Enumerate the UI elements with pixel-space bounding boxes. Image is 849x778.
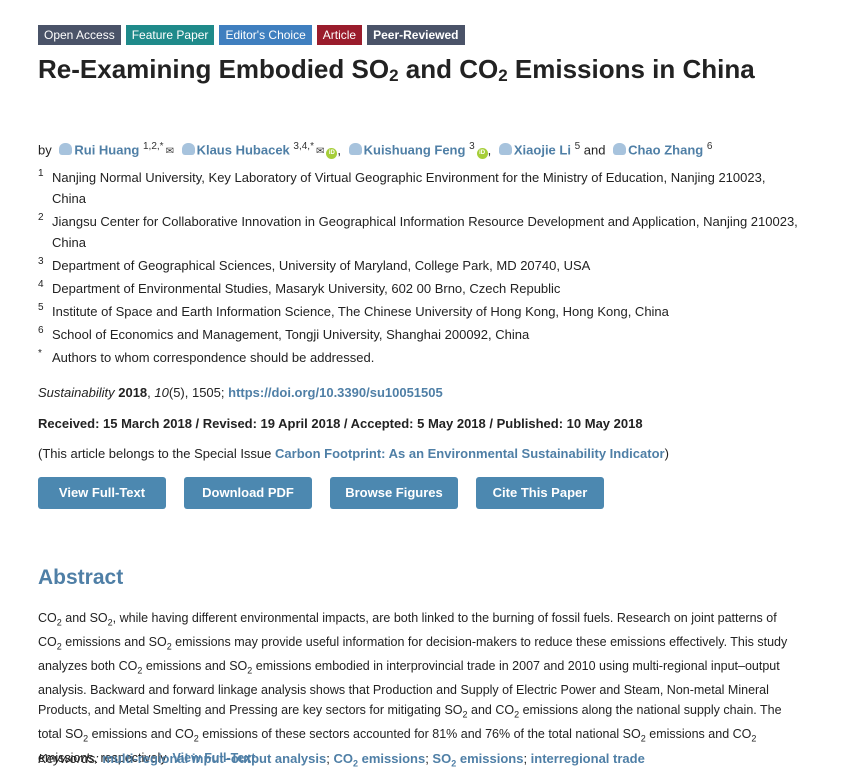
article-title: Re-Examining Embodied SO2 and CO2 Emissi… (38, 54, 755, 85)
keyword-link[interactable]: interregional trade (531, 751, 645, 766)
author-list: by Rui Huang 1,2,* ✉ Klaus Hubacek 3,4,* ✉… (38, 141, 713, 160)
affiliation-item: 6 School of Economics and Management, Ton… (38, 325, 530, 342)
citation-line: Sustainability 2018, 10(5), 1505; https:… (38, 385, 443, 400)
keywords-line: Keywords: multi-regional input–output an… (38, 751, 645, 769)
affiliation-item: 4 Department of Environmental Studies, Ma… (38, 279, 561, 296)
email-icon[interactable]: ✉ (316, 146, 324, 157)
author-profile-icon (181, 143, 195, 156)
abstract-heading: Abstract (38, 566, 124, 589)
download-pdf-button[interactable]: Download PDF (184, 477, 312, 509)
browse-figures-button[interactable]: Browse Figures (330, 477, 458, 509)
cite-this-paper-button[interactable]: Cite This Paper (476, 477, 604, 509)
affiliation-list: 1 Nanjing Normal University, Key Laborato… (38, 167, 798, 370)
author-link-kuishuang-feng[interactable]: Kuishuang Feng (364, 142, 466, 157)
email-icon[interactable]: ✉ (166, 146, 174, 157)
author-link-klaus-hubacek[interactable]: Klaus Hubacek (197, 142, 290, 157)
citation-volume: 10 (154, 385, 169, 400)
orcid-icon[interactable]: iD (476, 148, 488, 160)
author-link-chao-zhang[interactable]: Chao Zhang (628, 142, 703, 157)
author-profile-icon (498, 143, 512, 156)
article-page: Open Access Feature Paper Editor's Choic… (0, 0, 849, 778)
badge-row: Open Access Feature Paper Editor's Choic… (38, 25, 465, 45)
affiliation-item: 5 Institute of Space and Earth Informatio… (38, 302, 669, 319)
special-issue-link[interactable]: Carbon Footprint: As an Environmental Su… (275, 446, 665, 461)
citation-year: 2018 (118, 385, 148, 400)
article-type-badge: Article (316, 25, 363, 45)
editors-choice-badge[interactable]: Editor's Choice (219, 25, 312, 45)
peer-reviewed-badge[interactable]: Peer-Reviewed (367, 25, 465, 45)
affiliation-item: 1 Nanjing Normal University, Key Laborato… (38, 168, 766, 206)
view-full-text-button[interactable]: View Full-Text (38, 477, 166, 509)
author-profile-icon (348, 143, 362, 156)
keyword-link[interactable]: multi-regional input–output analysis (102, 751, 326, 766)
keyword-link[interactable]: SO2 emissions (432, 751, 523, 769)
affiliation-item: 2 Jiangsu Center for Collaborative Innova… (38, 212, 798, 250)
action-buttons: View Full-Text Download PDF Browse Figur… (38, 477, 604, 509)
affiliation-item: * Authors to whom correspondence should b… (38, 348, 375, 365)
author-link-xiaojie-li[interactable]: Xiaojie Li (514, 142, 571, 157)
keyword-link[interactable]: CO2 emissions (333, 751, 425, 769)
abstract-text: CO2 and SO2, while having different envi… (38, 611, 788, 765)
doi-link[interactable]: https://doi.org/10.3390/su10051505 (228, 385, 443, 400)
orcid-icon[interactable]: iD (326, 148, 338, 160)
affiliation-item: 3 Department of Geographical Sciences, Un… (38, 256, 591, 273)
author-link-rui-huang[interactable]: Rui Huang (74, 142, 139, 157)
open-access-badge[interactable]: Open Access (38, 25, 121, 45)
publication-dates: Received: 15 March 2018 / Revised: 19 Ap… (38, 416, 643, 431)
journal-name: Sustainability (38, 385, 115, 400)
special-issue-note: (This article belongs to the Special Iss… (38, 446, 669, 461)
author-profile-icon (613, 143, 627, 156)
author-profile-icon (59, 143, 73, 156)
feature-paper-badge[interactable]: Feature Paper (125, 25, 215, 45)
